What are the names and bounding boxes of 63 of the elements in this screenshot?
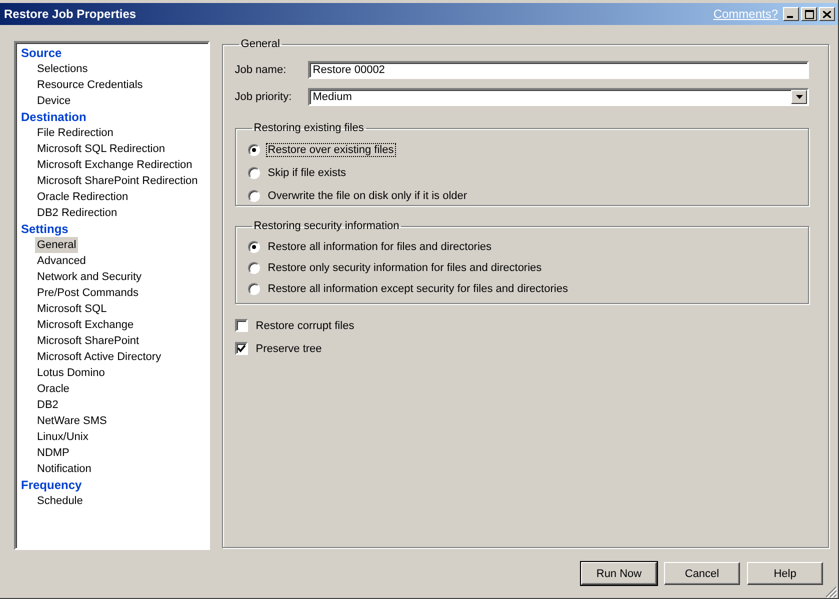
sidebar-item[interactable]: Selections (35, 61, 90, 77)
maximize-icon (804, 10, 814, 18)
sidebar-item[interactable]: Oracle (35, 381, 72, 397)
group-title: General (240, 38, 281, 50)
checkbox-label[interactable]: Restore corrupt files (254, 318, 356, 332)
option-label[interactable]: Skip if file exists (266, 166, 348, 180)
radio-button[interactable] (248, 144, 260, 156)
field-label: Job priority: (234, 90, 293, 102)
dialog-button[interactable]: Run Now (581, 562, 657, 585)
option-label[interactable]: Restore only security information for files and directories (266, 260, 544, 274)
option-label[interactable]: Restore over existing files (266, 142, 396, 156)
job-name-field[interactable]: Restore 00002 (308, 60, 809, 78)
sidebar-item[interactable]: Linux/Unix (35, 429, 90, 445)
priority-dropdown[interactable]: Medium (308, 88, 809, 106)
sidebar-item[interactable]: Microsoft Exchange Redirection (35, 157, 194, 173)
close-icon (823, 10, 831, 18)
checkbox[interactable] (234, 342, 248, 355)
sidebar-item[interactable]: DB2 (35, 397, 60, 413)
close-button[interactable] (819, 7, 835, 21)
sidebar-heading[interactable]: Settings (21, 221, 68, 237)
dialog-button[interactable]: Help (747, 562, 823, 585)
sidebar-item[interactable]: Microsoft Active Directory (35, 349, 164, 365)
group-title: Restoring security information (252, 220, 400, 232)
sidebar-item[interactable]: Microsoft SQL Redirection (35, 141, 167, 157)
sidebar-item[interactable]: NDMP (35, 445, 72, 461)
sidebar-item[interactable]: Notification (35, 461, 94, 477)
sidebar-item[interactable]: Microsoft SQL (35, 301, 109, 317)
sidebar-item[interactable]: General (35, 237, 78, 253)
radio-button[interactable] (248, 282, 260, 294)
sidebar-heading[interactable]: Source (21, 45, 62, 61)
sidebar-item[interactable]: Device (35, 93, 73, 109)
radio-button[interactable] (248, 190, 260, 202)
checkbox-label[interactable]: Preserve tree (254, 342, 324, 356)
option-label[interactable]: Overwrite the file on disk only if it is older (266, 188, 470, 202)
option-label[interactable]: Restore all information except security for files and directories (266, 282, 570, 296)
sidebar-item[interactable]: Pre/Post Commands (35, 285, 140, 301)
minimize-button[interactable] (783, 7, 799, 21)
sidebar-item[interactable]: Resource Credentials (35, 77, 145, 93)
radio-button[interactable] (248, 262, 260, 274)
sidebar-item[interactable]: DB2 Redirection (35, 205, 120, 221)
radio-button[interactable] (248, 240, 260, 252)
field-label: Job name: (234, 64, 288, 76)
sidebar-item[interactable]: File Redirection (35, 125, 116, 141)
dropdown-arrow-icon (796, 94, 802, 98)
sidebar-item[interactable]: Microsoft SharePoint (35, 333, 142, 349)
radio-button[interactable] (248, 166, 260, 178)
checkbox[interactable] (234, 319, 248, 332)
sidebar-item[interactable]: NetWare SMS (35, 413, 109, 429)
sidebar-heading[interactable]: Destination (21, 109, 86, 125)
resize-grip-icon (825, 586, 837, 598)
sidebar-item[interactable]: Schedule (35, 493, 85, 509)
sidebar-item[interactable]: Network and Security (35, 269, 144, 285)
sidebar-item[interactable]: Advanced (35, 253, 88, 269)
sidebar-item[interactable]: Microsoft Exchange (35, 317, 136, 333)
window-title: Restore Job Properties (4, 7, 136, 21)
sidebar-item[interactable]: Oracle Redirection (35, 189, 130, 205)
group-title: Restoring existing files (252, 122, 365, 134)
sidebar-item[interactable]: Lotus Domino (35, 365, 107, 381)
sidebar-item[interactable]: Microsoft SharePoint Redirection (35, 173, 200, 189)
sidebar-heading[interactable]: Frequency (21, 477, 82, 493)
option-label[interactable]: Restore all information for files and directories (266, 240, 494, 254)
dialog-button[interactable]: Cancel (664, 562, 740, 585)
maximize-button[interactable] (801, 7, 817, 21)
